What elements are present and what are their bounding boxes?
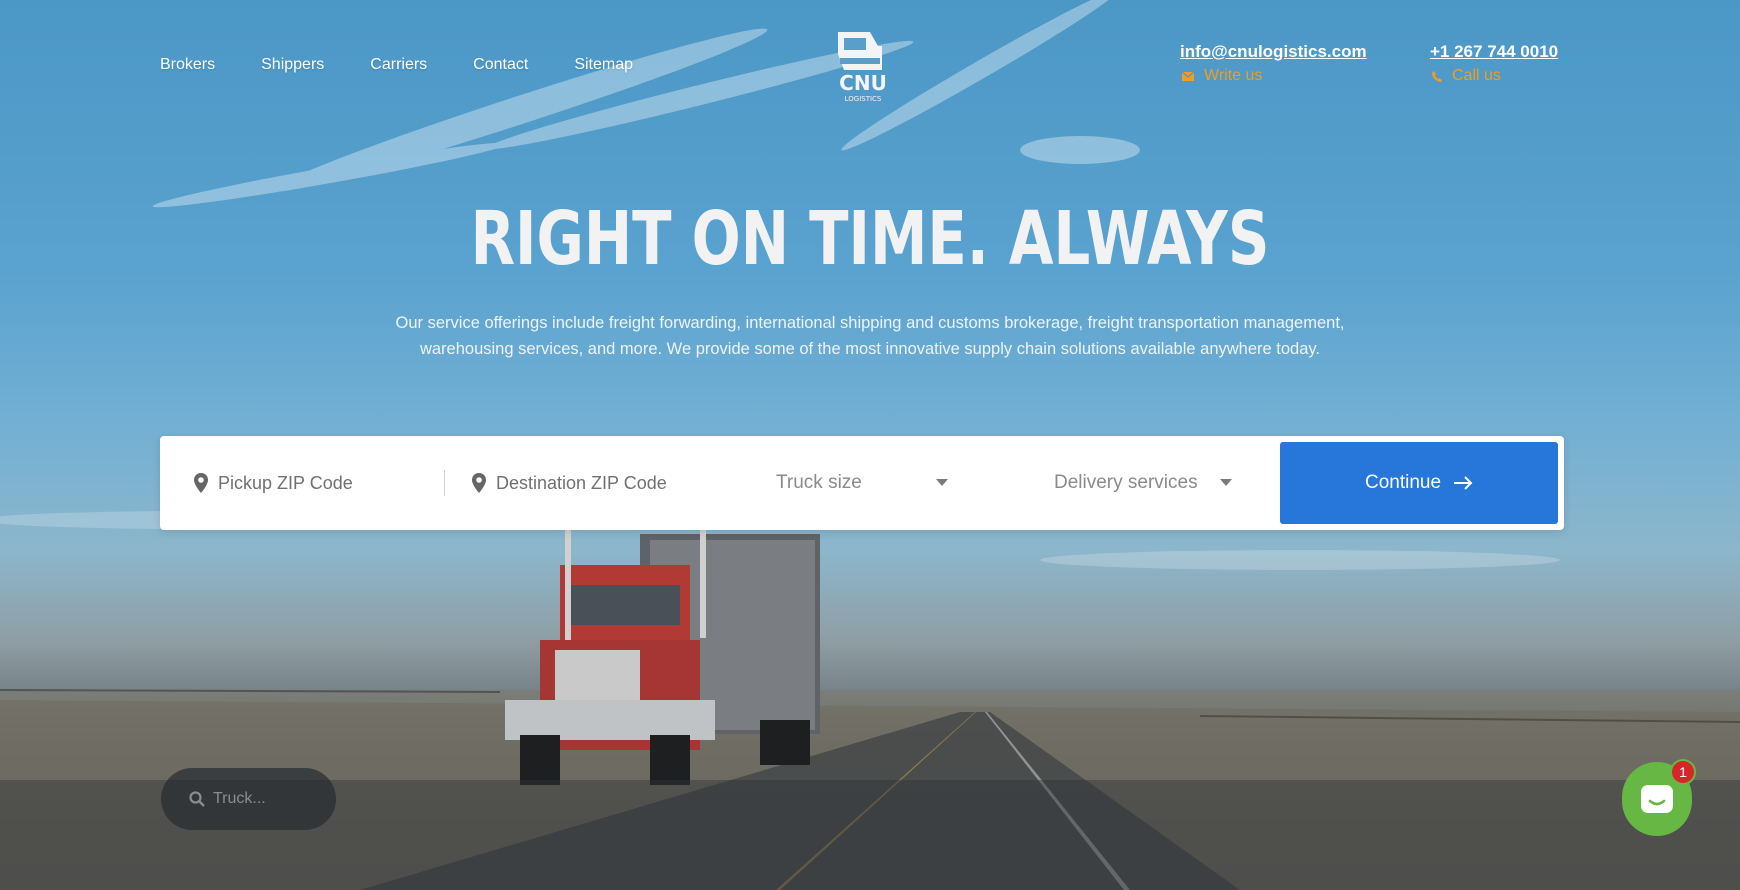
cnu-logistics-logo[interactable]: CNU LOGISTICS [830,28,896,104]
email-link[interactable]: info@cnulogistics.com [1180,42,1367,62]
truck-search [161,768,336,830]
write-us-label: Write us [1204,67,1263,84]
chevron-down-icon [1220,479,1232,486]
phone-contact: +1 267 744 0010 Call us [1430,42,1558,85]
pickup-zip-input[interactable] [218,472,428,494]
hero-headline: RIGHT ON TIME. ALWAYS [470,196,1270,282]
quote-booking-form: Truck size Delivery services Continue [160,436,1564,530]
nav-brokers[interactable]: Brokers [160,56,215,74]
nav-contact[interactable]: Contact [473,56,528,74]
hero-tagline: Our service offerings include freight fo… [370,310,1370,362]
continue-button[interactable]: Continue [1280,442,1558,524]
destination-zip-input[interactable] [496,472,706,494]
chat-icon [1641,785,1673,813]
svg-text:CNU: CNU [839,71,887,95]
truck-search-input[interactable] [213,790,323,808]
map-pin-icon [472,473,486,493]
write-us-link[interactable]: Write us [1182,67,1367,85]
envelope-icon [1182,71,1194,81]
svg-text:LOGISTICS: LOGISTICS [845,95,882,103]
truck-size-label: Truck size [776,472,862,493]
search-icon [189,791,205,807]
nav-shippers[interactable]: Shippers [261,56,324,74]
phone-icon [1432,70,1442,82]
email-contact: info@cnulogistics.com Write us [1180,42,1367,85]
arrow-right-icon [1454,476,1473,490]
notification-badge: 1 [1670,759,1696,785]
tagline-line-2: warehousing services, and more. We provi… [419,340,1321,358]
tagline-line-1: Our service offerings include freight fo… [395,314,1345,332]
map-pin-icon [194,473,208,493]
call-us-label: Call us [1452,67,1501,84]
truck-size-select[interactable]: Truck size [776,436,951,530]
truck-illustration [505,528,820,785]
delivery-services-label: Delivery services [1054,472,1198,493]
destination-zip-field [472,436,706,530]
nav-carriers[interactable]: Carriers [370,56,427,74]
nav-sitemap[interactable]: Sitemap [574,56,633,74]
call-us-link[interactable]: Call us [1432,67,1558,85]
delivery-services-select[interactable]: Delivery services [1054,436,1244,530]
phone-link[interactable]: +1 267 744 0010 [1430,42,1558,62]
pickup-zip-field [194,436,428,530]
main-nav: Brokers Shippers Carriers Contact Sitema… [160,56,679,74]
field-divider [444,470,445,496]
continue-label: Continue [1364,472,1442,493]
chevron-down-icon [936,479,948,486]
